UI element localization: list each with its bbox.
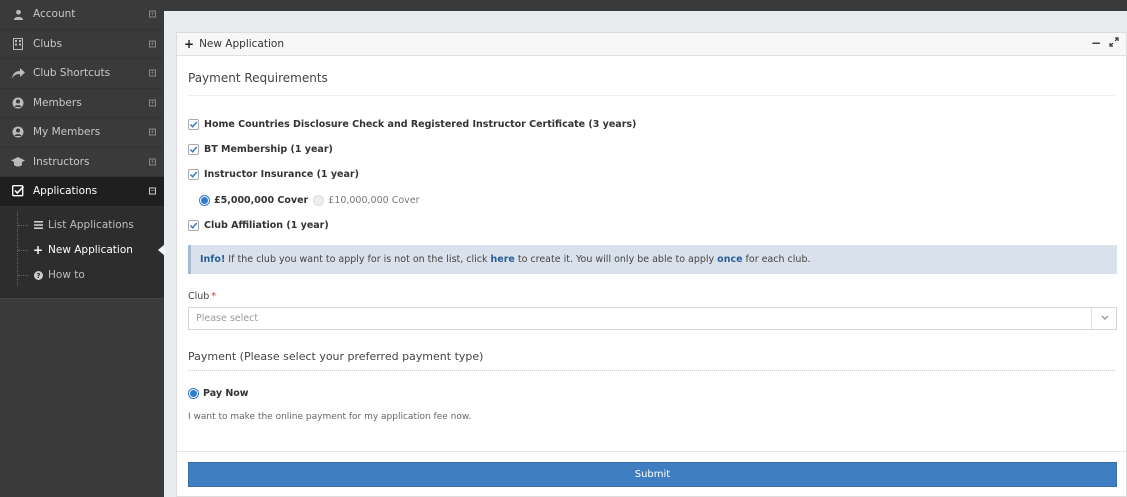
submenu-item-how-to[interactable]: ? How to (0, 263, 164, 288)
pay-now-option[interactable]: Pay Now (188, 388, 249, 399)
required-mark: * (211, 291, 217, 302)
divider (177, 451, 1126, 452)
checkbox[interactable] (188, 169, 199, 180)
section-title-payment-requirements: Payment Requirements (188, 71, 328, 85)
submit-button[interactable]: Submit (188, 462, 1117, 487)
share-icon (11, 66, 25, 80)
requirement-label: Club Affiliation (1 year) (204, 220, 329, 231)
collapse-icon[interactable]: − (149, 187, 156, 195)
pay-now-radio[interactable] (188, 388, 199, 399)
expand-icon[interactable]: + (149, 158, 156, 166)
cover-5m-label: £5,000,000 Cover (214, 195, 309, 206)
panel-title: New Application (199, 38, 284, 50)
checkbox[interactable] (188, 144, 199, 155)
sidebar-item-applications[interactable]: Applications − (0, 177, 164, 207)
requirement-club-affiliation[interactable]: Club Affiliation (1 year) (188, 220, 329, 231)
expand-icon[interactable]: + (149, 69, 156, 77)
submenu-item-label: New Application (48, 244, 133, 256)
chevron-down-icon[interactable] (1101, 311, 1109, 328)
list-icon (33, 221, 43, 229)
submenu-item-list-applications[interactable]: List Applications (0, 213, 164, 238)
panel-header: + New Application − (177, 33, 1126, 56)
info-alert: Info! If the club you want to apply for … (188, 245, 1117, 274)
sidebar-item-label: My Members (33, 126, 101, 139)
cover-10m-label: £10,000,000 Cover (328, 195, 420, 206)
info-emphasis: once (717, 254, 743, 265)
sidebar-item-my-members[interactable]: My Members + (0, 118, 164, 148)
info-text: for each club. (745, 254, 811, 265)
requirement-label: BT Membership (1 year) (204, 144, 333, 155)
sidebar-item-clubs[interactable]: Clubs + (0, 30, 164, 59)
requirement-bt-membership[interactable]: BT Membership (1 year) (188, 144, 333, 155)
expand-icon[interactable]: + (149, 40, 156, 48)
sidebar-item-label: Club Shortcuts (33, 67, 111, 80)
minimize-button[interactable]: − (1090, 36, 1102, 50)
requirement-instructor-insurance[interactable]: Instructor Insurance (1 year) (188, 169, 359, 180)
user-circle-icon (11, 125, 25, 139)
sidebar-item-members[interactable]: Members + (0, 89, 164, 118)
expand-icon[interactable]: + (149, 128, 156, 136)
svg-text:?: ? (36, 271, 40, 280)
cover-options: £5,000,000 Cover £10,000,000 Cover (199, 195, 420, 206)
building-icon (11, 37, 25, 51)
club-select[interactable]: Please select (188, 307, 1117, 330)
requirement-label: Home Countries Disclosure Check and Regi… (204, 119, 637, 130)
select-separator (1091, 308, 1092, 329)
pay-now-label: Pay Now (203, 388, 249, 399)
select-placeholder: Please select (196, 313, 259, 324)
create-club-link[interactable]: here (491, 254, 515, 265)
club-field-label: Club * (188, 291, 216, 302)
panel-tools: − (1090, 36, 1120, 50)
expand-icon[interactable]: + (149, 99, 156, 107)
new-application-panel: + New Application − Payment Requirements… (176, 32, 1127, 497)
divider (188, 370, 1115, 371)
expand-button[interactable] (1108, 36, 1120, 50)
sidebar: Account + Clubs + Club Shortcuts + Membe… (0, 0, 164, 497)
expand-icon[interactable]: + (149, 10, 156, 18)
label-text: Club (188, 291, 210, 302)
submenu-item-label: How to (48, 269, 85, 281)
sidebar-item-account[interactable]: Account + (0, 0, 164, 30)
checkbox[interactable] (188, 119, 199, 130)
pay-now-description: I want to make the online payment for my… (188, 412, 472, 422)
cover-10m-radio[interactable] (313, 195, 325, 206)
submenu-item-new-application[interactable]: + New Application (0, 238, 164, 263)
sidebar-item-label: Instructors (33, 155, 90, 168)
top-bar (164, 0, 1127, 11)
user-circle-icon (11, 96, 25, 110)
info-text: to create it. You will only be able to a… (517, 254, 715, 265)
info-strong: Info! (200, 254, 226, 265)
info-text: If the club you want to apply for is not… (228, 254, 488, 265)
cover-5m-radio[interactable] (199, 195, 210, 206)
user-icon (11, 7, 25, 21)
graduation-cap-icon (11, 155, 25, 169)
check-square-icon (11, 184, 25, 198)
sidebar-item-label: Clubs (33, 37, 63, 50)
submenu-item-label: List Applications (48, 219, 134, 231)
plus-icon: + (32, 243, 44, 257)
plus-icon: + (184, 37, 195, 51)
payment-section-title: Payment (Please select your preferred pa… (188, 350, 484, 363)
sidebar-item-instructors[interactable]: Instructors + (0, 148, 164, 177)
checkbox[interactable] (188, 220, 199, 231)
sidebar-item-club-shortcuts[interactable]: Club Shortcuts + (0, 59, 164, 89)
requirement-disclosure-check[interactable]: Home Countries Disclosure Check and Regi… (188, 119, 636, 130)
divider (188, 95, 1115, 96)
requirement-label: Instructor Insurance (1 year) (204, 169, 359, 180)
question-circle-icon: ? (33, 270, 43, 280)
sidebar-item-label: Account (33, 8, 76, 21)
sidebar-item-label: Members (33, 96, 82, 109)
sidebar-item-label: Applications (33, 185, 98, 198)
applications-submenu: List Applications + New Application ? Ho… (0, 206, 164, 299)
